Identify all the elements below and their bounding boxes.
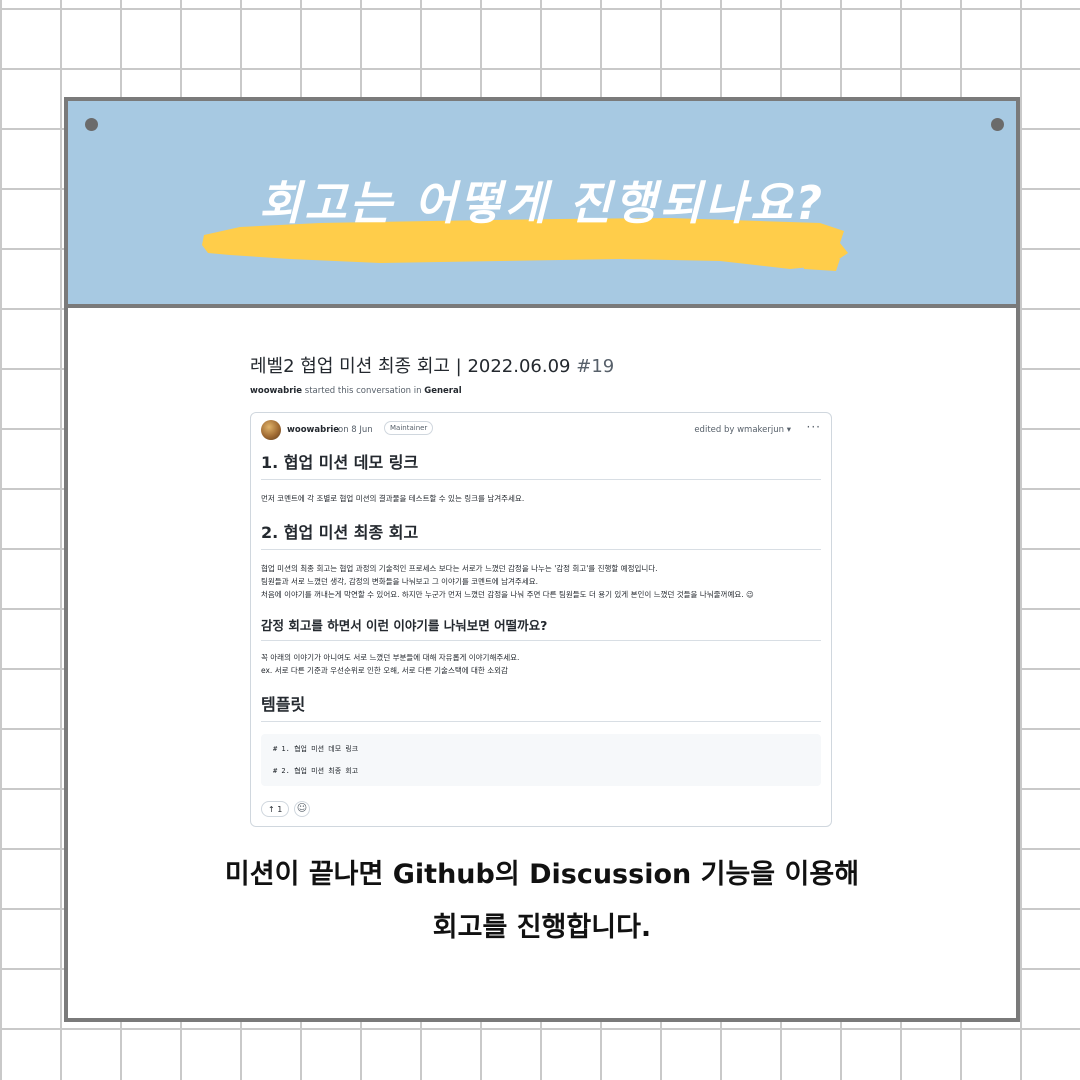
text-line: ex. 서로 다른 기준과 우선순위로 인한 오해, 서로 다른 기술스택에 대… bbox=[261, 666, 508, 675]
code-line: # 1. 협업 미션 데모 링크 bbox=[273, 745, 359, 753]
upvote-button[interactable]: ↑ 1 bbox=[261, 801, 290, 817]
caption: 미션이 끝나면 Github의 Discussion 기능을 이용해 회고를 진… bbox=[68, 848, 1016, 954]
pin-icon bbox=[991, 118, 1004, 131]
paragraph-emotion-retro: 꼭 아래의 이야기가 아니여도 서로 느꼈던 부분들에 대해 자유롭게 이야기해… bbox=[261, 651, 821, 677]
heading-final-retro: 2. 협업 미션 최종 회고 bbox=[261, 519, 821, 550]
text-line: 처음에 이야기를 꺼내는게 막연할 수 있어요. 하지만 누군가 먼저 느꼈던 … bbox=[261, 590, 754, 599]
discussion-meta: woowabrie started this conversation in G… bbox=[250, 386, 462, 396]
text-line: 꼭 아래의 이야기가 아니여도 서로 느꼈던 부분들에 대해 자유롭게 이야기해… bbox=[261, 653, 520, 662]
text-line: 협업 미션의 최종 회고는 협업 과정의 기술적인 프로세스 보다는 서로가 느… bbox=[261, 564, 658, 573]
discussion-post: woowabrie on 8 Jun Maintainer edited by … bbox=[250, 412, 832, 827]
avatar[interactable] bbox=[261, 420, 281, 440]
content-area: 레벨2 협업 미션 최종 회고 | 2022.06.09 #19 woowabr… bbox=[68, 308, 1016, 1018]
discussion-number: #19 bbox=[576, 356, 615, 377]
smiley-icon[interactable]: ☺ bbox=[294, 801, 310, 817]
started-user-link[interactable]: woowabrie bbox=[250, 386, 302, 396]
text-line: 먼저 코멘트에 각 조별로 협업 미션의 결과물을 테스트할 수 있는 링크를 … bbox=[261, 494, 525, 503]
paragraph-final-retro: 협업 미션의 최종 회고는 협업 과정의 기술적인 프로세스 보다는 서로가 느… bbox=[261, 562, 821, 601]
pin-icon bbox=[85, 118, 98, 131]
post-body: 1. 협업 미션 데모 링크 먼저 코멘트에 각 조별로 협업 미션의 결과물을… bbox=[261, 449, 821, 786]
more-options-icon[interactable]: ··· bbox=[807, 420, 821, 434]
text-line: 팀원들과 서로 느꼈던 생각, 감정의 변화들을 나눠보고 그 이야기를 코멘트… bbox=[261, 577, 539, 586]
post-header: woowabrie on 8 Jun Maintainer edited by … bbox=[261, 419, 821, 441]
category-link[interactable]: General bbox=[424, 386, 461, 396]
caption-line-2: 회고를 진행합니다. bbox=[432, 912, 652, 943]
caption-line-1: 미션이 끝나면 Github의 Discussion 기능을 이용해 bbox=[224, 859, 860, 890]
maintainer-badge: Maintainer bbox=[384, 421, 434, 435]
discussion-title: 레벨2 협업 미션 최종 회고 | 2022.06.09 #19 bbox=[250, 352, 614, 378]
banner: 회고는 어떻게 진행되나요? bbox=[68, 101, 1016, 308]
template-code-block: # 1. 협업 미션 데모 링크 # 2. 협업 미션 최종 회고 bbox=[261, 734, 821, 786]
discussion-title-text: 레벨2 협업 미션 최종 회고 | 2022.06.09 bbox=[250, 356, 571, 377]
banner-title: 회고는 어떻게 진행되나요? bbox=[258, 176, 826, 230]
paragraph-demo-link: 먼저 코멘트에 각 조별로 협업 미션의 결과물을 테스트할 수 있는 링크를 … bbox=[261, 492, 821, 505]
card-frame: 회고는 어떻게 진행되나요? 레벨2 협업 미션 최종 회고 | 2022.06… bbox=[64, 97, 1020, 1022]
heading-emotion-retro: 감정 회고를 하면서 이런 이야기를 나눠보면 어떨까요? bbox=[261, 615, 821, 641]
author-link[interactable]: woowabrie bbox=[287, 425, 339, 435]
edited-history-dropdown[interactable]: edited by wmakerjun ▾ bbox=[694, 425, 791, 435]
started-text: started this conversation in bbox=[304, 386, 422, 396]
heading-demo-link: 1. 협업 미션 데모 링크 bbox=[261, 449, 821, 480]
post-date[interactable]: on 8 Jun bbox=[338, 425, 373, 435]
heading-template: 템플릿 bbox=[261, 691, 821, 722]
code-line: # 2. 협업 미션 최종 회고 bbox=[273, 767, 359, 775]
